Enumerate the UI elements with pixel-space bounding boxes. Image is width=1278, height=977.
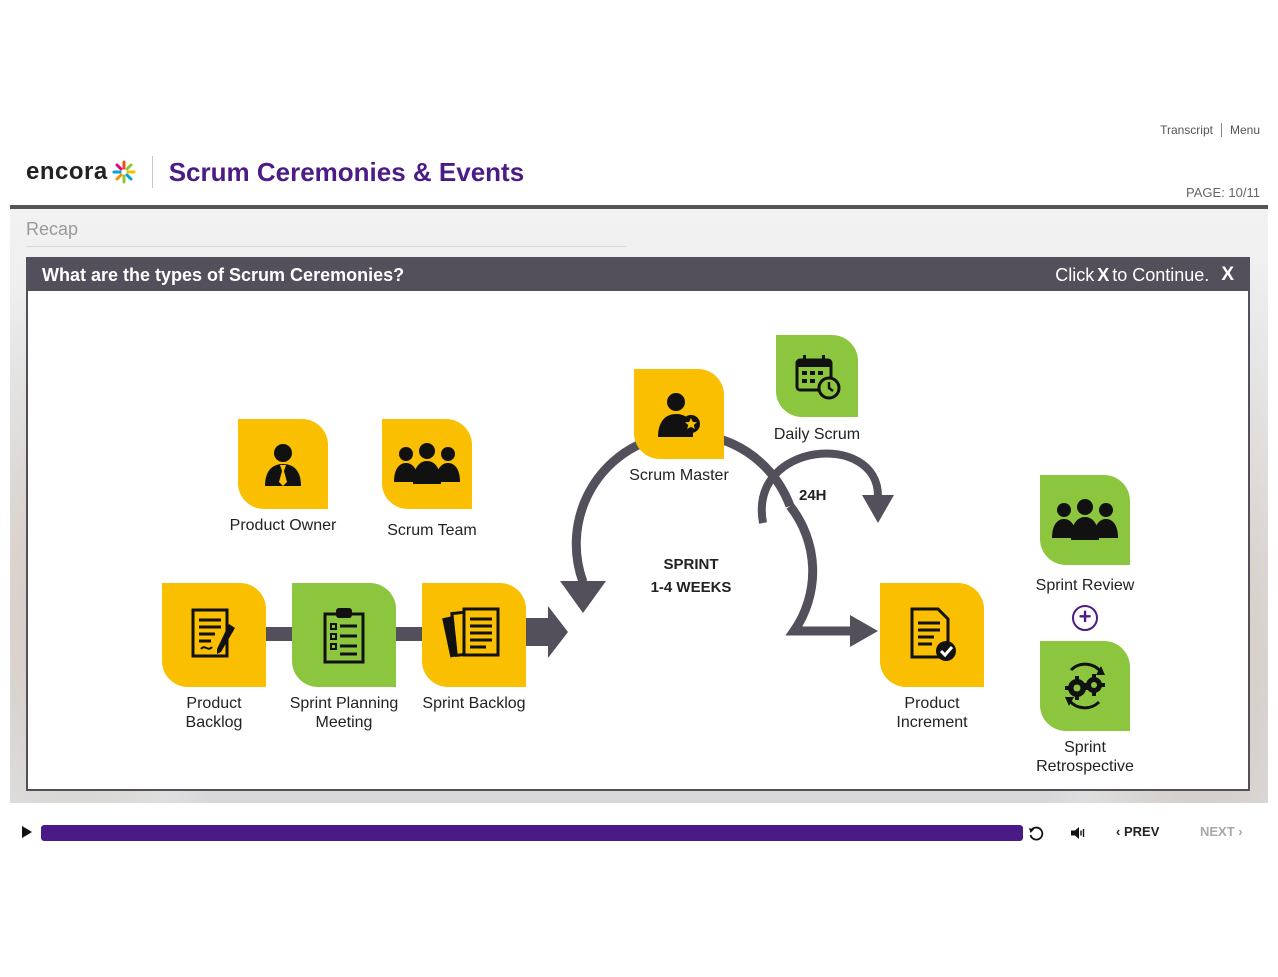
daily-scrum-label: Daily Scrum xyxy=(773,426,861,443)
product-increment-label: Product Increment xyxy=(896,695,968,731)
menu-link[interactable]: Menu xyxy=(1230,123,1260,137)
brand-divider xyxy=(151,156,153,188)
media-player: ‹ PREV NEXT › xyxy=(16,822,1266,844)
scrum-diagram: Product Owner Scrum Team Scrum Master Da… xyxy=(28,291,1248,789)
sprint-review-tile xyxy=(1040,475,1130,565)
hint-prefix: Click xyxy=(1055,264,1095,285)
progress-fill xyxy=(41,825,1023,841)
sprint-backlog-tile xyxy=(422,583,526,687)
prev-label: PREV xyxy=(1123,824,1160,839)
person-tie-icon xyxy=(265,444,301,486)
encora-logo: encora xyxy=(26,158,108,185)
sprint-label: SPRINT xyxy=(663,556,719,573)
sprint-planning-tile xyxy=(292,583,396,687)
transcript-link[interactable]: Transcript xyxy=(1160,123,1213,137)
link-divider xyxy=(1220,123,1222,137)
popup-header: What are the types of Scrum Ceremonies? … xyxy=(28,259,1248,291)
scrum-team-tile xyxy=(382,419,472,509)
play-button[interactable] xyxy=(22,826,32,838)
team-icon xyxy=(1052,499,1118,540)
section-title: Recap xyxy=(26,219,79,239)
top-links: Transcript Menu xyxy=(1160,123,1260,137)
info-popup: What are the types of Scrum Ceremonies? … xyxy=(26,257,1250,791)
gears-cycle-icon xyxy=(1065,662,1105,710)
scrum-master-tile xyxy=(634,369,724,459)
daily-cycle-label: 24H xyxy=(799,487,827,504)
scrum-team-label: Scrum Team xyxy=(387,522,477,539)
next-label: NEXT xyxy=(1200,824,1235,839)
volume-icon[interactable] xyxy=(1070,825,1086,841)
product-increment-tile xyxy=(880,583,984,687)
popup-title: What are the types of Scrum Ceremonies? xyxy=(42,264,405,285)
sprint-weeks-label: 1-4 WEEKS xyxy=(650,579,732,596)
sprint-planning-label: Sprint Planning Meeting xyxy=(289,695,399,731)
sprint-duration: SPRINT 1-4 WEEKS xyxy=(626,553,756,599)
continue-hint: Click X to Continue. X xyxy=(1055,264,1234,286)
team-icon xyxy=(394,443,460,484)
sprint-backlog-label: Sprint Backlog xyxy=(422,695,526,712)
checklist-clipboard-icon xyxy=(323,608,365,664)
daily-scrum-tile xyxy=(776,335,858,417)
hint-suffix: to Continue. xyxy=(1112,264,1210,285)
increment-arrow xyxy=(785,503,854,636)
scrum-master-icon xyxy=(658,393,700,437)
product-backlog-label: Product Backlog xyxy=(185,695,243,731)
header-brand: encora Scrum Ceremonies & Events xyxy=(26,156,524,188)
sprint-review-label: Sprint Review xyxy=(1035,577,1135,594)
section-underline xyxy=(26,246,626,247)
prev-button[interactable]: ‹ PREV xyxy=(1116,824,1159,839)
documents-stack-icon xyxy=(442,607,500,658)
chevron-left-icon: ‹ xyxy=(1116,824,1121,839)
hint-key: X xyxy=(1097,264,1110,285)
progress-bar[interactable] xyxy=(41,825,1023,841)
backlog-to-sprint-arrow xyxy=(524,606,568,658)
sprint-arrowhead xyxy=(560,581,606,613)
increment-arrowhead xyxy=(850,615,878,647)
close-popup-button[interactable]: X xyxy=(1221,264,1234,286)
document-check-icon xyxy=(910,607,956,661)
product-owner-tile xyxy=(238,419,328,509)
daily-cycle-arrowhead xyxy=(862,495,894,523)
course-title: Scrum Ceremonies & Events xyxy=(168,156,525,187)
plus-icon: + xyxy=(1072,605,1098,631)
sprint-retrospective-label: Sprint Retrospective xyxy=(1036,739,1134,775)
next-button[interactable]: NEXT › xyxy=(1200,824,1243,839)
calendar-clock-icon xyxy=(795,355,841,400)
scrum-master-label: Scrum Master xyxy=(629,467,729,484)
product-backlog-tile xyxy=(162,583,266,687)
replay-icon[interactable] xyxy=(1028,825,1044,841)
document-pen-icon xyxy=(191,608,235,658)
chevron-right-icon: › xyxy=(1238,824,1243,839)
page-indicator: PAGE: 10/11 xyxy=(1186,185,1260,200)
product-owner-label: Product Owner xyxy=(229,517,337,534)
slide-stage: Recap What are the types of Scrum Ceremo… xyxy=(10,205,1268,803)
sprint-retrospective-tile xyxy=(1040,641,1130,731)
encora-logo-icon xyxy=(112,160,136,184)
